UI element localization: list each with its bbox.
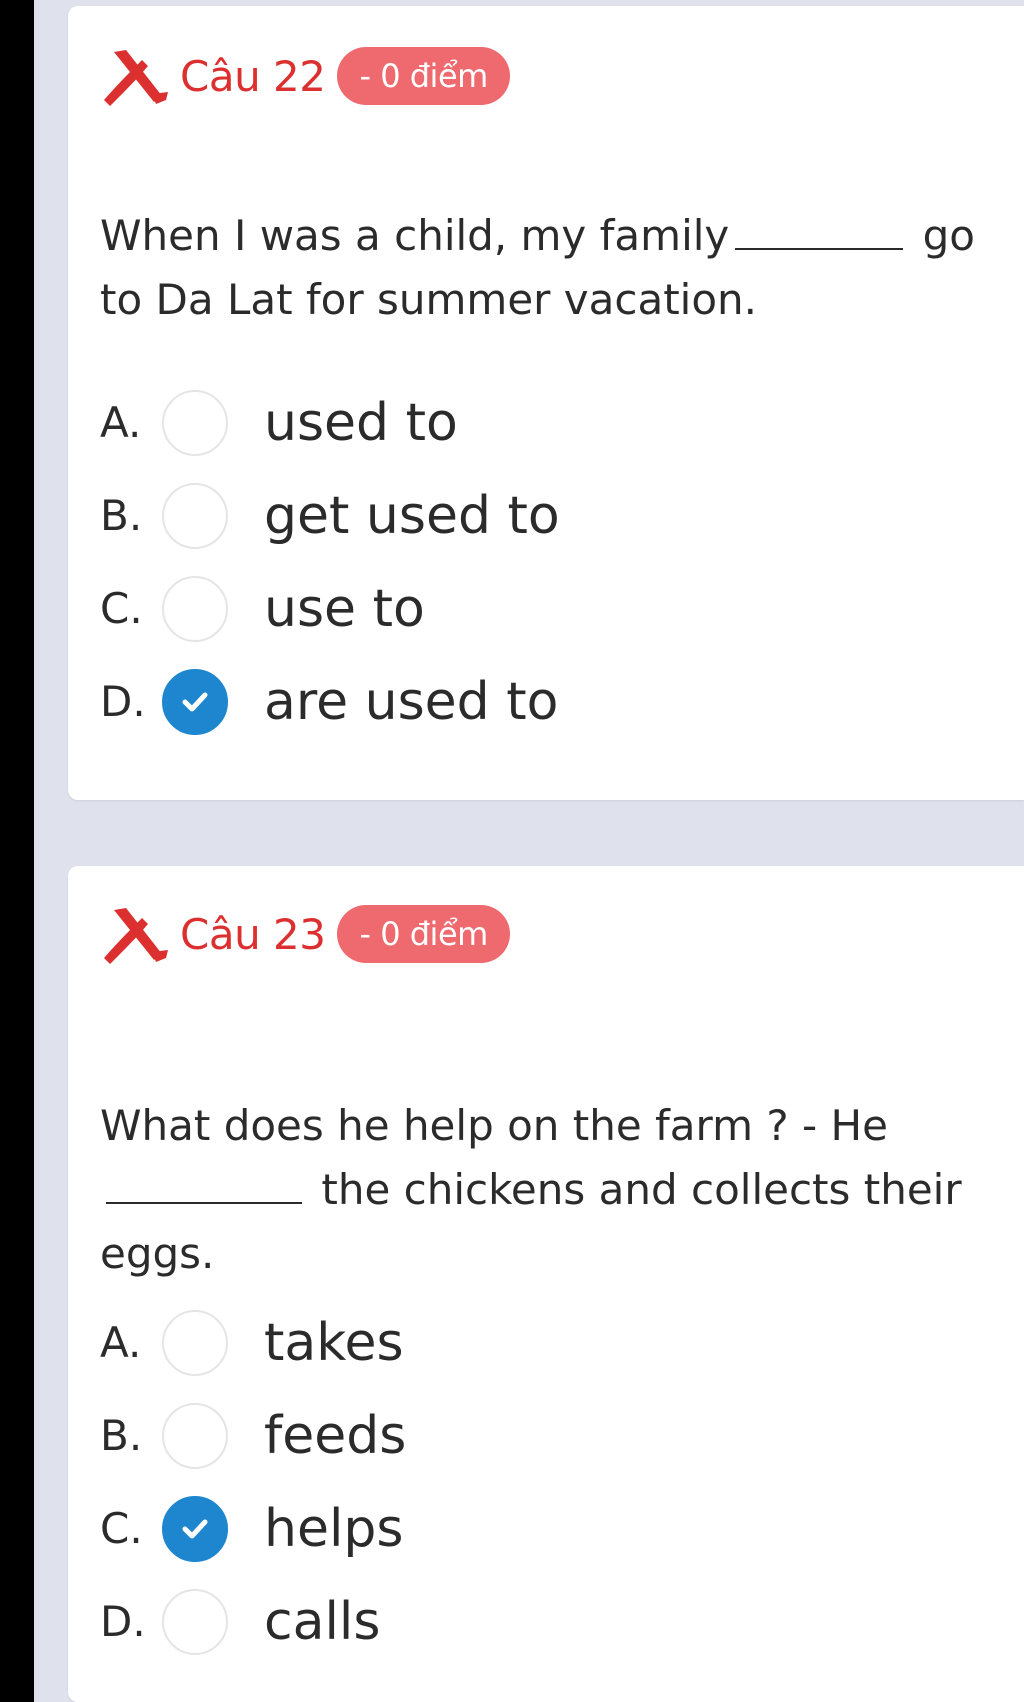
- option-text: get used to: [264, 485, 560, 546]
- question-title: Câu 23: [180, 909, 326, 959]
- radio-unchecked-icon[interactable]: [162, 575, 228, 642]
- radio-unchecked-icon[interactable]: [162, 389, 228, 456]
- option-a[interactable]: A. takes: [100, 1296, 990, 1389]
- option-d[interactable]: D. are used to: [100, 655, 990, 748]
- question-header: Câu 22 - 0 điểm: [100, 44, 510, 108]
- question-title: Câu 22: [180, 51, 326, 101]
- option-letter: A.: [100, 1318, 142, 1367]
- x-mark-icon: [104, 50, 168, 106]
- radio-unchecked-icon[interactable]: [162, 482, 228, 549]
- option-b[interactable]: B. feeds: [100, 1389, 990, 1482]
- option-d[interactable]: D. calls: [100, 1575, 990, 1668]
- score-badge: - 0 điểm: [337, 47, 510, 105]
- question-header: Câu 23 - 0 điểm: [100, 902, 510, 966]
- score-badge: - 0 điểm: [337, 905, 510, 963]
- option-letter: D.: [100, 677, 146, 726]
- checkmark-circle-icon[interactable]: [162, 1495, 228, 1562]
- answer-blank: [735, 248, 904, 250]
- radio-unchecked-icon[interactable]: [162, 1309, 228, 1376]
- question-card-23: Câu 23 - 0 điểm What does he help on the…: [68, 866, 1024, 1702]
- option-c[interactable]: C. helps: [100, 1482, 990, 1575]
- option-letter: C.: [100, 1504, 143, 1553]
- answer-options: A. takes B. feeds C. helps D. calls: [100, 1296, 990, 1668]
- option-c[interactable]: C. use to: [100, 562, 990, 655]
- option-text: calls: [264, 1591, 381, 1652]
- option-text: feeds: [264, 1405, 407, 1466]
- question-text-before: What does he help on the farm ? - He: [100, 1101, 888, 1150]
- option-a[interactable]: A. used to: [100, 376, 990, 469]
- question-text: What does he help on the farm ? - He the…: [100, 1094, 990, 1286]
- checkmark-circle-icon[interactable]: [162, 668, 228, 735]
- option-letter: C.: [100, 584, 143, 633]
- option-letter: D.: [100, 1597, 146, 1646]
- option-text: takes: [264, 1312, 404, 1373]
- option-text: are used to: [264, 671, 559, 732]
- x-mark-icon: [104, 908, 168, 964]
- option-text: use to: [264, 578, 425, 639]
- answer-options: A. used to B. get used to C. use to D. a…: [100, 376, 990, 748]
- checkmark-icon: [182, 1519, 208, 1538]
- left-edge-strip: [0, 0, 34, 1702]
- question-card-22: Câu 22 - 0 điểm When I was a child, my f…: [68, 6, 1024, 800]
- question-text-before: When I was a child, my family: [100, 211, 730, 260]
- radio-unchecked-icon[interactable]: [162, 1588, 228, 1655]
- radio-unchecked-icon[interactable]: [162, 1402, 228, 1469]
- question-text-after: the chickens and collects their eggs.: [100, 1165, 962, 1278]
- checkmark-icon: [182, 692, 208, 711]
- option-b[interactable]: B. get used to: [100, 469, 990, 562]
- question-text: When I was a child, my family go to Da L…: [100, 204, 990, 332]
- option-letter: A.: [100, 398, 142, 447]
- option-letter: B.: [100, 491, 143, 540]
- answer-blank: [106, 1202, 302, 1204]
- option-text: used to: [264, 392, 458, 453]
- option-letter: B.: [100, 1411, 143, 1460]
- option-text: helps: [264, 1498, 404, 1559]
